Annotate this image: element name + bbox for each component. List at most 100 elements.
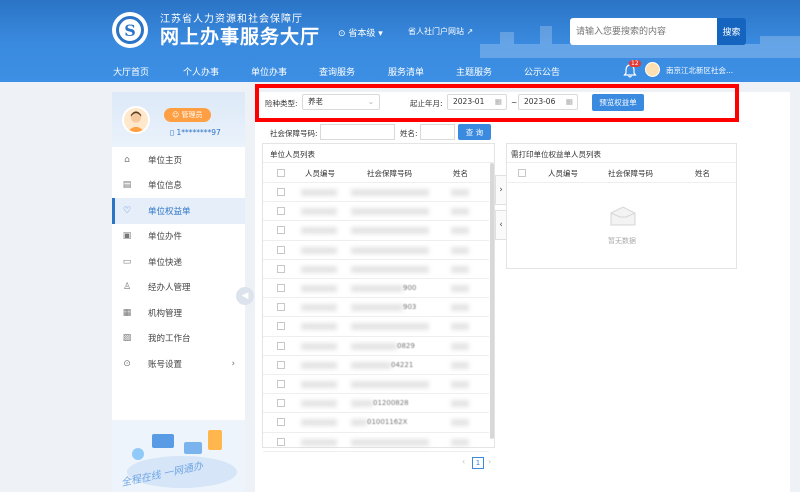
page-number-current[interactable]: 1 bbox=[472, 457, 484, 469]
user-name[interactable]: 南京江北新区社会... bbox=[666, 65, 733, 76]
building-icon: ▦ bbox=[122, 307, 132, 318]
next-page-icon[interactable]: › bbox=[488, 457, 491, 466]
scrollbar[interactable] bbox=[490, 163, 494, 439]
logo[interactable]: S bbox=[112, 12, 148, 48]
row-checkbox[interactable] bbox=[277, 188, 285, 196]
region-selector[interactable]: ⊙ 省本级 ▾ bbox=[338, 26, 383, 39]
row-checkbox[interactable] bbox=[277, 341, 285, 350]
row-checkbox[interactable] bbox=[277, 245, 285, 254]
redacted-cell bbox=[451, 323, 469, 331]
sidebar-item-org[interactable]: ▦ 机构管理 bbox=[112, 300, 245, 326]
print-list-table-title: 需打印单位权益单人员列表 bbox=[511, 150, 601, 159]
column-header: 姓名 bbox=[695, 169, 710, 178]
sidebar-item-benefits-statement[interactable]: ♡ 单位权益单 bbox=[112, 198, 245, 224]
ssn-cell: 0829 bbox=[397, 341, 415, 350]
redacted-cell bbox=[351, 438, 429, 446]
table-row[interactable]: 01200828 bbox=[263, 394, 489, 414]
portal-link[interactable]: 省人社门户网站 ↗ bbox=[408, 26, 473, 37]
nav-item-topics[interactable]: 主题服务 bbox=[456, 65, 492, 78]
row-checkbox[interactable] bbox=[277, 322, 285, 331]
table-row[interactable] bbox=[263, 433, 489, 452]
chevron-left-icon: ‹ bbox=[499, 220, 503, 230]
nav-item-home[interactable]: 大厅首页 bbox=[113, 65, 149, 78]
table-row[interactable] bbox=[263, 260, 489, 279]
table-row[interactable] bbox=[263, 317, 489, 337]
divider bbox=[263, 450, 489, 452]
redacted-cell bbox=[351, 304, 403, 312]
sidebar-item-unit-cases[interactable]: ▣ 单位办件 bbox=[112, 224, 245, 250]
account-number-value: 1********97 bbox=[176, 128, 221, 137]
redacted-cell bbox=[301, 381, 337, 388]
row-checkbox[interactable] bbox=[277, 360, 285, 369]
select-all-checkbox[interactable] bbox=[277, 169, 285, 177]
table-row[interactable] bbox=[263, 221, 489, 241]
row-checkbox[interactable] bbox=[277, 380, 285, 388]
sidebar-item-workbench[interactable]: ▨ 我的工作台 bbox=[112, 326, 245, 352]
sidebar-item-agents[interactable]: ♙ 经办人管理 bbox=[112, 275, 245, 301]
redacted-cell bbox=[351, 246, 429, 254]
row-checkbox[interactable] bbox=[277, 284, 285, 292]
table-row[interactable] bbox=[263, 375, 489, 395]
redacted-cell bbox=[451, 304, 469, 312]
redacted-cell bbox=[301, 208, 337, 216]
row-checkbox[interactable] bbox=[277, 418, 285, 427]
search-button[interactable]: 搜索 bbox=[717, 18, 746, 45]
row-checkbox[interactable] bbox=[277, 207, 285, 216]
site-title: 网上办事服务大厅 bbox=[160, 26, 321, 48]
nav-item-unit[interactable]: 单位办事 bbox=[251, 65, 287, 78]
avatar bbox=[122, 106, 150, 134]
row-checkbox[interactable] bbox=[277, 264, 285, 273]
redacted-cell bbox=[451, 361, 469, 369]
sidebar-item-account-settings[interactable]: ⊙ 账号设置 › bbox=[112, 351, 245, 377]
file-icon: ▣ bbox=[122, 231, 132, 242]
collapse-sidebar-button[interactable]: ◀ bbox=[236, 287, 254, 305]
table-row[interactable] bbox=[263, 202, 489, 222]
nav-item-query[interactable]: 查询服务 bbox=[319, 65, 355, 78]
row-checkbox[interactable] bbox=[277, 399, 285, 408]
nav-item-personal[interactable]: 个人办事 bbox=[183, 65, 219, 78]
ssn-input[interactable] bbox=[320, 124, 395, 140]
account-number: ▯ 1********97 bbox=[170, 128, 221, 137]
name-input[interactable] bbox=[420, 124, 455, 140]
redacted-cell bbox=[351, 227, 429, 235]
sidebar-item-unit-info[interactable]: ▤ 单位信息 bbox=[112, 173, 245, 199]
sidebar-item-label: 我的工作台 bbox=[148, 334, 191, 345]
search-input[interactable] bbox=[570, 18, 718, 45]
sidebar-item-express[interactable]: ▭ 单位快递 bbox=[112, 249, 245, 275]
table-row[interactable] bbox=[263, 183, 489, 203]
table-row[interactable]: 04221 bbox=[263, 356, 489, 375]
query-button[interactable]: 查 询 bbox=[458, 124, 491, 140]
redacted-cell bbox=[451, 419, 469, 427]
row-checkbox[interactable] bbox=[277, 437, 285, 446]
redacted-cell bbox=[451, 381, 469, 388]
table-row[interactable]: 0829 bbox=[263, 337, 489, 356]
redacted-cell bbox=[301, 189, 337, 196]
unit-staff-table-title: 单位人员列表 bbox=[270, 150, 315, 159]
row-checkbox[interactable] bbox=[277, 303, 285, 312]
redacted-cell bbox=[351, 285, 403, 292]
redacted-cell bbox=[301, 304, 337, 312]
redacted-cell bbox=[351, 323, 429, 331]
sidebar-item-label: 经办人管理 bbox=[148, 283, 191, 294]
ssn-cell: 01200828 bbox=[373, 399, 409, 408]
nav-item-service-list[interactable]: 服务清单 bbox=[388, 65, 424, 78]
select-all-checkbox[interactable] bbox=[518, 169, 526, 177]
prev-page-icon[interactable]: ‹ bbox=[462, 457, 465, 466]
shield-icon: ♡ bbox=[122, 205, 132, 216]
sidebar-item-home[interactable]: ⌂ 单位主页 bbox=[112, 147, 245, 173]
table-row[interactable]: 900 bbox=[263, 279, 489, 299]
chevron-right-icon: › bbox=[231, 358, 235, 369]
region-label: 省本级 bbox=[348, 29, 376, 39]
table-row[interactable] bbox=[263, 241, 489, 260]
table-row[interactable]: 903 bbox=[263, 298, 489, 318]
row-checkbox[interactable] bbox=[277, 226, 285, 235]
redacted-cell bbox=[451, 285, 469, 292]
avatar[interactable] bbox=[645, 62, 660, 77]
role-badge: ☺ 管理员 bbox=[164, 108, 211, 122]
sidebar-item-label: 机构管理 bbox=[148, 308, 183, 319]
redacted-cell bbox=[451, 227, 469, 235]
redacted-cell bbox=[451, 189, 469, 196]
redacted-cell bbox=[351, 381, 429, 388]
table-row[interactable]: 01001162X bbox=[263, 413, 489, 433]
nav-item-announcements[interactable]: 公示公告 bbox=[524, 65, 560, 78]
